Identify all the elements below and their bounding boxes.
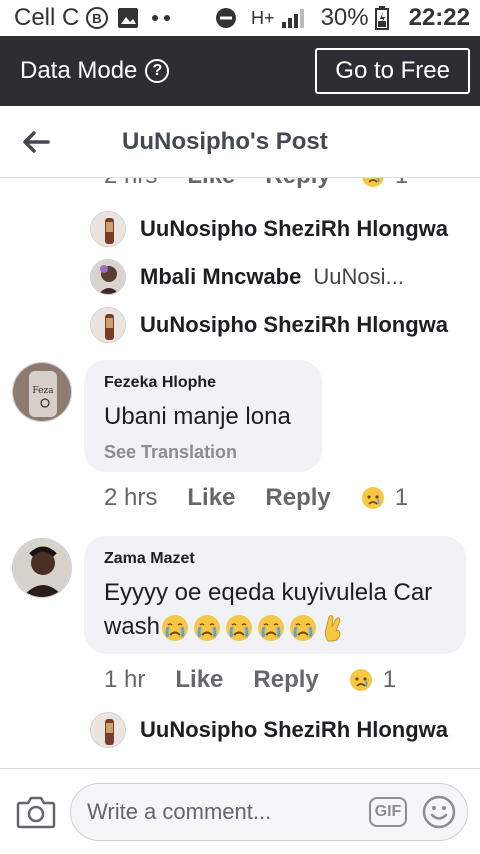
signal-icon [281, 7, 307, 29]
image-icon [117, 7, 139, 29]
avatar[interactable]: Feza [12, 362, 72, 422]
sad-reaction-icon[interactable] [349, 668, 373, 692]
emoji-group [160, 613, 346, 643]
page-title: UuNosipho's Post [122, 127, 328, 155]
gif-button[interactable]: GIF [369, 796, 407, 827]
network-type: H+ [251, 7, 275, 28]
crying-face-emoji [194, 614, 221, 641]
reply-author: UuNosipho SheziRh Hlongwa [140, 216, 448, 241]
reply-item[interactable]: UuNosipho SheziRh Hlongwa [90, 306, 448, 344]
comment-actions: 1 hr Like Reply 1 [104, 666, 396, 694]
svg-text:Feza: Feza [32, 386, 54, 396]
comment-time: 2 hrs [104, 484, 158, 511]
comment-text-line: Eyyyy oe eqeda kuyivulela Car [104, 579, 433, 606]
battery-icon [374, 6, 389, 30]
battery-percent: 30% [320, 4, 369, 31]
comment-text: Eyyyy oe eqeda kuyivulela Car wash [104, 576, 446, 644]
reply-snippet: UuNosi... [313, 264, 404, 289]
crying-face-emoji [258, 614, 285, 641]
avatar [90, 259, 126, 295]
reply-button[interactable]: Reply [265, 178, 330, 190]
comments-list: 2 hrs Like Reply 1 UuNosipho SheziRh Hlo… [0, 178, 480, 768]
dots-icon [147, 13, 177, 23]
sad-reaction-icon[interactable] [361, 486, 385, 510]
reaction-count: 1 [382, 666, 397, 693]
b-icon: B [85, 6, 109, 30]
comment-text-line: wash [104, 613, 161, 640]
crying-face-emoji [162, 614, 189, 641]
carrier-name: Cell C [14, 4, 80, 31]
data-mode-bar: Data Mode ? Go to Free [0, 36, 480, 106]
camera-icon[interactable] [12, 788, 60, 836]
clock: 22:22 [408, 4, 470, 31]
dnd-icon [215, 7, 237, 29]
reply-item[interactable]: Mbali Mncwabe UuNosi... [90, 258, 404, 296]
svg-text:B: B [93, 11, 102, 26]
avatar [90, 307, 126, 343]
like-button[interactable]: Like [175, 666, 223, 694]
go-to-free-button[interactable]: Go to Free [315, 48, 470, 94]
back-arrow-icon[interactable] [0, 106, 72, 178]
comment-time: 2 hrs [104, 178, 157, 190]
post-header: UuNosipho's Post [0, 106, 480, 178]
reply-button[interactable]: Reply [265, 484, 330, 512]
reply-author: UuNosipho SheziRh Hlongwa [140, 717, 448, 742]
crying-face-emoji [226, 614, 253, 641]
comment-input[interactable] [87, 798, 369, 825]
comment-time: 1 hr [104, 666, 146, 693]
status-bar: Cell C B H+ 30% 22:22 [0, 0, 480, 36]
comment-author[interactable]: Zama Mazet [104, 550, 446, 568]
comment-actions: 2 hrs Like Reply 1 [104, 484, 408, 512]
avatar [90, 211, 126, 247]
like-button[interactable]: Like [187, 484, 235, 512]
smiley-icon[interactable] [421, 794, 457, 830]
reply-author: Mbali Mncwabe [140, 264, 302, 289]
comment-actions: 2 hrs Like Reply 1 [104, 178, 408, 190]
see-translation-link[interactable]: See Translation [104, 442, 302, 463]
avatar[interactable] [12, 538, 72, 598]
reply-author: UuNosipho SheziRh Hlongwa [140, 312, 448, 337]
reply-item[interactable]: UuNosipho SheziRh Hlongwa [90, 210, 448, 248]
comment-author[interactable]: Fezeka Hlophe [104, 374, 302, 392]
comment-bubble[interactable]: Zama Mazet Eyyyy oe eqeda kuyivulela Car… [84, 536, 466, 654]
comment-bubble[interactable]: Fezeka Hlophe Ubani manje lona See Trans… [84, 360, 322, 472]
data-mode-label: Data Mode [20, 57, 138, 84]
reply-button[interactable]: Reply [253, 666, 318, 694]
reply-item[interactable]: UuNosipho SheziRh Hlongwa [90, 711, 448, 749]
reaction-count: 1 [394, 484, 409, 511]
comment-text: Ubani manje lona [104, 403, 291, 430]
like-button[interactable]: Like [187, 178, 235, 190]
crossed-fingers-emoji [324, 614, 341, 642]
avatar [90, 712, 126, 748]
help-icon[interactable]: ? [145, 59, 170, 83]
sad-reaction-icon[interactable] [361, 178, 385, 188]
crying-face-emoji [290, 614, 317, 641]
reaction-count: 1 [395, 178, 408, 190]
comment-input-wrapper: GIF [70, 782, 468, 841]
comment-composer: GIF [0, 768, 480, 854]
